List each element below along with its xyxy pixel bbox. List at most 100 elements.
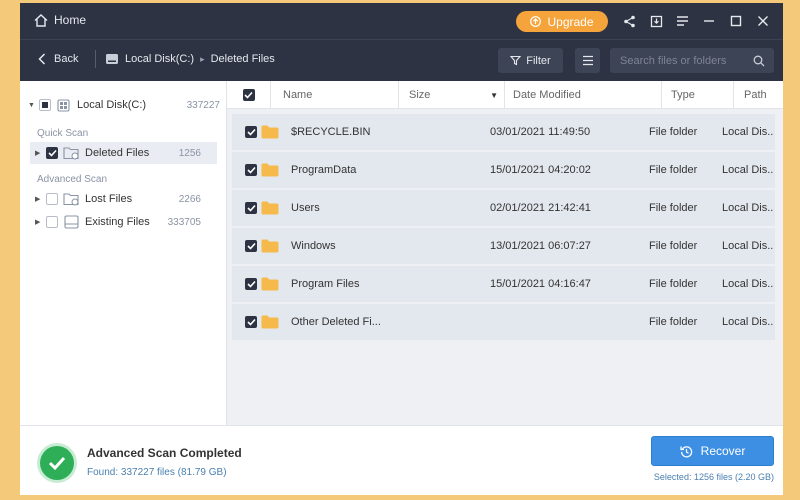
upgrade-label: Upgrade: [547, 14, 594, 29]
sidebar-item-count: 1256: [178, 147, 201, 159]
home-button[interactable]: Home: [34, 13, 86, 27]
breadcrumb: Local Disk(C:) ▸ Deleted Files: [105, 53, 275, 65]
column-header-name[interactable]: Name: [271, 81, 399, 109]
row-checkbox[interactable]: [245, 164, 257, 176]
sidebar-item-count: 2266: [178, 193, 201, 205]
table-row[interactable]: ProgramData 15/01/2021 04:20:02 File folde…: [232, 152, 775, 188]
row-path: Local Dis...: [722, 126, 774, 138]
expand-down-icon[interactable]: ▼: [28, 102, 37, 109]
row-type: File folder: [649, 202, 698, 214]
sort-down-icon[interactable]: ▼: [490, 91, 498, 100]
table-row[interactable]: Program Files 15/01/2021 04:16:47 File fol…: [232, 266, 775, 302]
table-row[interactable]: $RECYCLE.BIN 03/01/2021 11:49:50 File fold…: [232, 114, 775, 150]
column-header-path[interactable]: Path: [734, 81, 783, 109]
row-name: Other Deleted Fi...: [291, 316, 381, 328]
row-size: [407, 190, 497, 226]
row-date: 15/01/2021 04:16:47: [490, 278, 591, 290]
row-checkbox[interactable]: [245, 126, 257, 138]
table-row[interactable]: Windows 13/01/2021 06:07:27 File folder Loc…: [232, 228, 775, 264]
expand-right-icon[interactable]: ▶: [35, 218, 44, 226]
row-type: File folder: [649, 240, 698, 252]
sidebar-item-label: Existing Files: [85, 216, 150, 228]
expand-right-icon[interactable]: ▶: [35, 195, 44, 203]
row-name: Windows: [291, 240, 336, 252]
row-name: $RECYCLE.BIN: [291, 126, 371, 138]
close-icon[interactable]: [755, 13, 771, 29]
table-row[interactable]: Other Deleted Fi... File folder Local Dis.…: [232, 304, 775, 340]
sidebar-item-label: Lost Files: [85, 193, 133, 205]
row-checkbox[interactable]: [245, 316, 257, 328]
app-window: Home Upgrade Back Local Disk(C:) ▸ Delet…: [20, 3, 783, 495]
table-row[interactable]: Users 02/01/2021 21:42:41 File folder Local…: [232, 190, 775, 226]
quick-scan-heading: Quick Scan: [37, 128, 89, 139]
breadcrumb-item-deleted-files[interactable]: Deleted Files: [211, 53, 275, 65]
expand-right-icon[interactable]: ▶: [35, 149, 44, 157]
row-date: 15/01/2021 04:20:02: [490, 164, 591, 176]
tree-root-local-disk[interactable]: ▼ Local Disk(C:) 337227: [28, 95, 220, 115]
home-label: Home: [54, 13, 87, 27]
column-header-type[interactable]: Type: [662, 81, 734, 109]
sidebar-item-label: Deleted Files: [85, 147, 150, 159]
row-date: 02/01/2021 21:42:41: [490, 202, 591, 214]
row-date: 03/01/2021 11:49:50: [490, 126, 591, 138]
deleted-files-checkbox[interactable]: [46, 147, 58, 159]
advanced-scan-heading: Advanced Scan: [37, 174, 108, 185]
recover-label: Recover: [700, 444, 746, 458]
scan-tree-sidebar: ▼ Local Disk(C:) 337227 Quick Scan ▶ Del…: [20, 81, 227, 425]
lost-folder-icon: [63, 193, 79, 206]
row-size: [407, 266, 497, 302]
back-button[interactable]: Back: [38, 53, 78, 65]
row-checkbox[interactable]: [245, 240, 257, 252]
row-size: [407, 304, 497, 340]
lost-files-checkbox[interactable]: [46, 193, 58, 205]
deleted-folder-icon: [63, 147, 79, 160]
list-view-button[interactable]: [575, 48, 600, 73]
selected-info: Selected: 1256 files (2.20 GB): [653, 472, 774, 482]
row-date: [490, 304, 640, 340]
root-checkbox[interactable]: [39, 99, 51, 111]
feedback-icon[interactable]: [648, 13, 664, 29]
filter-button[interactable]: Filter: [498, 48, 563, 73]
scan-status-title: Advanced Scan Completed: [87, 446, 242, 460]
root-count: 337227: [186, 99, 220, 111]
column-header-date[interactable]: Date Modified: [505, 81, 662, 109]
select-all-checkbox[interactable]: [242, 89, 255, 101]
share-icon[interactable]: [621, 13, 637, 29]
column-header-label: Size: [409, 89, 431, 101]
row-path: Local Dis...: [722, 278, 774, 290]
search-icon[interactable]: [753, 55, 765, 67]
sidebar-item-lost-files[interactable]: ▶ Lost Files 2266: [30, 188, 217, 210]
row-path: Local Dis...: [722, 240, 774, 252]
row-type: File folder: [649, 316, 698, 328]
column-header-size[interactable]: Size ▼: [399, 81, 505, 109]
sidebar-item-count: 333705: [167, 216, 201, 228]
row-name: ProgramData: [291, 164, 357, 176]
row-path: Local Dis...: [722, 316, 774, 328]
existing-files-checkbox[interactable]: [46, 216, 58, 228]
sidebar-item-existing-files[interactable]: ▶ Existing Files 333705: [30, 211, 217, 233]
disk-icon: [106, 54, 118, 64]
breadcrumb-item-disk[interactable]: Local Disk(C:): [125, 53, 194, 65]
title-bar: Home Upgrade: [20, 3, 783, 39]
scan-status-detail: Found: 337227 files (81.79 GB): [87, 467, 227, 478]
minimize-icon[interactable]: [701, 13, 717, 29]
sidebar-item-deleted-files[interactable]: ▶ Deleted Files 1256: [30, 142, 217, 164]
table-header: Name Size ▼ Date Modified Type Path: [227, 81, 783, 109]
row-name: Users: [291, 202, 320, 214]
row-checkbox[interactable]: [245, 202, 257, 214]
maximize-icon[interactable]: [728, 13, 744, 29]
status-footer: Advanced Scan Completed Found: 337227 fi…: [20, 425, 783, 495]
row-checkbox[interactable]: [245, 278, 257, 290]
recover-button[interactable]: Recover: [651, 436, 774, 466]
row-name: Program Files: [291, 278, 360, 290]
row-size: [407, 152, 497, 188]
row-type: File folder: [649, 126, 698, 138]
upgrade-button[interactable]: Upgrade: [516, 11, 608, 32]
row-date: 13/01/2021 06:07:27: [490, 240, 591, 252]
row-size: [407, 228, 497, 264]
search-input[interactable]: [610, 48, 774, 73]
filter-label: Filter: [526, 54, 551, 67]
row-path: Local Dis...: [722, 202, 774, 214]
success-check-icon: [40, 446, 74, 480]
menu-icon[interactable]: [674, 13, 690, 29]
